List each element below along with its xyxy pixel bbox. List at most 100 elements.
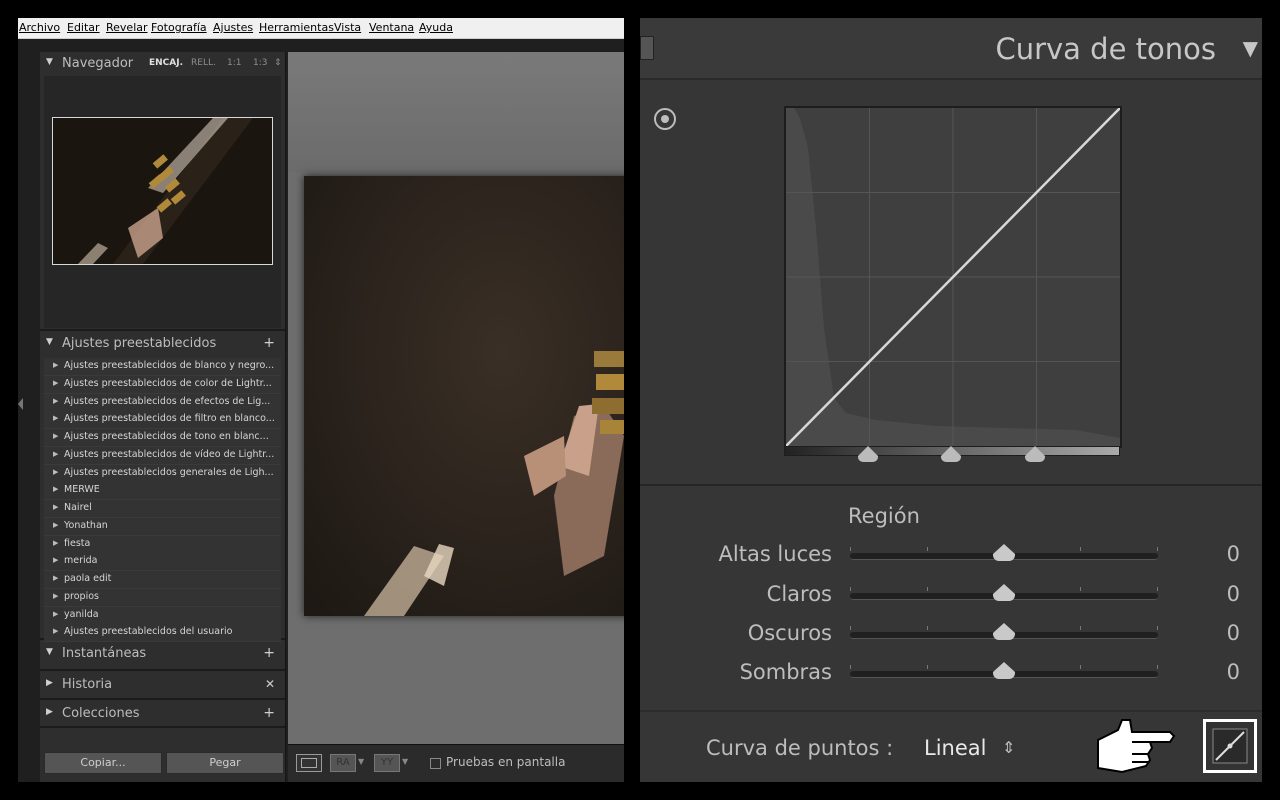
bottom-toolbar: RA ▼ YY ▼ Pruebas en pantalla (288, 744, 624, 782)
preset-item[interactable]: ▶ paola edit (44, 571, 281, 589)
dropdown-arrow-icon[interactable]: ▼ (358, 757, 364, 766)
main-photo[interactable] (304, 176, 624, 616)
history-header[interactable]: ▶ Historia ✕ (40, 673, 285, 697)
region-title: Región (848, 504, 920, 528)
photo-canvas[interactable] (288, 52, 624, 744)
preset-item[interactable]: ▶ Yonathan (44, 517, 281, 536)
preset-item-label: MERWE (64, 484, 100, 496)
preset-item[interactable]: ▶ Ajustes preestablecidos de filtro en bl… (44, 411, 281, 430)
nav-option-1-1[interactable]: 1:1 (227, 58, 241, 68)
preset-item-label: Ajustes preestablecidos de tono en blanc… (64, 431, 269, 442)
preset-item[interactable]: ▶ propios (44, 588, 281, 607)
preset-item[interactable]: ▶ Ajustes preestablecidos generales de Li… (44, 464, 281, 483)
slider-value[interactable]: 0 (1227, 621, 1240, 645)
preset-item[interactable]: ▶ yanilda (44, 606, 281, 625)
preset-item[interactable]: ▶ fiesta (44, 535, 281, 554)
navigator-title: Navegador (62, 56, 134, 71)
menu-ajustes[interactable]: Ajustes (213, 21, 253, 34)
panel-switch-icon[interactable] (640, 36, 654, 60)
lightroom-develop-screenshot: Archivo Editar Revelar Fotografía Ajuste… (18, 18, 624, 782)
paste-button[interactable]: Pegar (166, 752, 284, 774)
presets-title: Ajustes preestablecidos (62, 336, 217, 351)
nav-option-arrows-icon[interactable]: ⇕ (274, 58, 282, 68)
slider-thumb-base[interactable] (993, 594, 1015, 601)
menu-archivo[interactable]: Archivo (19, 21, 60, 34)
preset-item[interactable]: ▶ Ajustes preestablecidos de vídeo de Lig… (44, 446, 281, 465)
compare-before-after-button[interactable]: RA (330, 754, 356, 772)
slider-label: Sombras (739, 660, 832, 684)
point-curve-label: Curva de puntos : (706, 736, 894, 760)
softproof-checkbox[interactable] (430, 758, 441, 769)
slider-thumb[interactable] (993, 662, 1015, 672)
collapse-left-arrow-icon[interactable] (18, 398, 23, 410)
loupe-view-button[interactable] (296, 754, 322, 772)
clear-history-icon[interactable]: ✕ (265, 677, 275, 691)
dropdown-arrow-icon[interactable]: ▼ (402, 757, 408, 766)
nav-option-encaj[interactable]: ENCAJ. (149, 58, 183, 68)
preset-item[interactable]: ▶ Ajustes preestablecidos de blanco y neg… (44, 358, 281, 376)
preset-item[interactable]: ▶ Ajustes preestablecidos del usuario (44, 624, 281, 643)
canvas-background (288, 52, 624, 172)
preset-item-label: Ajustes preestablecidos del usuario (64, 626, 233, 638)
menu-vista[interactable]: Vista (334, 21, 361, 34)
split-point-handle[interactable] (857, 446, 878, 456)
compare-yy-button[interactable]: YY (374, 754, 400, 772)
nav-option-1-3[interactable]: 1:3 (253, 58, 267, 68)
triangle-right-icon: ▶ (53, 361, 59, 369)
split-point-handle-base[interactable] (1024, 456, 1045, 462)
copy-button[interactable]: Copiar... (44, 752, 162, 774)
navigator-header[interactable]: ▼ Navegador ENCAJ. RELL. 1:1 1:3 ⇕ (40, 52, 285, 76)
preset-item[interactable]: ▶ Nairel (44, 500, 281, 518)
slider-thumb-base[interactable] (993, 554, 1015, 561)
slider-value[interactable]: 0 (1227, 582, 1240, 606)
left-panel: ▼ Navegador ENCAJ. RELL. 1:1 1:3 ⇕ ▼ Aju… (40, 52, 286, 782)
add-preset-icon[interactable]: + (263, 335, 275, 351)
snapshots-title: Instantáneas (62, 646, 147, 661)
slider-thumb-base[interactable] (993, 633, 1015, 640)
collections-header[interactable]: ▶ Colecciones + (40, 702, 285, 726)
preset-item-label: Ajustes preestablecidos de efectos de Li… (64, 395, 271, 407)
menu-ventana[interactable]: Ventana (369, 21, 414, 34)
slider-tick (926, 665, 928, 669)
preset-item[interactable]: ▶ Ajustes preestablecidos de color de Lig… (44, 375, 281, 394)
triangle-right-icon: ▶ (53, 609, 59, 618)
menu-editar[interactable]: Editar (67, 21, 100, 34)
slider-thumb[interactable] (993, 584, 1015, 594)
slider-thumb-base[interactable] (993, 672, 1015, 679)
add-collection-icon[interactable]: + (263, 705, 275, 721)
preset-item[interactable]: ▶ Ajustes preestablecidos de tono en blan… (44, 429, 281, 447)
triangle-right-icon: ▶ (53, 503, 59, 511)
tone-curve-graph[interactable] (784, 106, 1122, 448)
split-point-handle[interactable] (941, 446, 961, 456)
presets-header[interactable]: ▼ Ajustes preestablecidos + (40, 332, 285, 356)
triangle-down-icon[interactable]: ▼ (1243, 36, 1258, 60)
split-point-handle-base[interactable] (941, 456, 961, 462)
point-curve-select[interactable]: Lineal (924, 736, 986, 760)
menu-ayuda[interactable]: Ayuda (419, 21, 453, 34)
menu-revelar[interactable]: Revelar (106, 21, 148, 34)
slider-value[interactable]: 0 (1227, 542, 1240, 566)
triangle-right-icon: ▶ (53, 627, 59, 636)
triangle-right-icon: ▶ (53, 538, 59, 547)
split-point-handle-base[interactable] (857, 456, 878, 462)
navigator-thumbnail[interactable] (52, 117, 273, 265)
add-snapshot-icon[interactable]: + (263, 645, 275, 661)
slider-thumb[interactable] (993, 623, 1015, 633)
menu-fotografia[interactable]: Fotografía (151, 21, 207, 34)
nav-option-rell[interactable]: RELL. (191, 58, 216, 68)
select-arrows-icon[interactable]: ⇕ (1002, 738, 1015, 757)
slider-thumb[interactable] (993, 544, 1015, 554)
tone-curve-header[interactable]: Curva de tonos ▼ (640, 18, 1262, 80)
split-point-handle[interactable] (1024, 446, 1045, 456)
snapshots-header[interactable]: ▼ Instantáneas + (40, 642, 285, 666)
edit-point-curve-button[interactable] (1203, 719, 1257, 773)
slider-value[interactable]: 0 (1227, 660, 1240, 684)
preset-item-label: paola edit (64, 573, 112, 584)
preset-item[interactable]: ▶ merida (44, 553, 281, 572)
slider-tick (926, 626, 928, 630)
menu-herramientas[interactable]: Herramientas (259, 21, 334, 34)
preset-item[interactable]: ▶ MERWE (44, 482, 281, 501)
slider-tick (1157, 547, 1158, 551)
target-adjust-icon[interactable] (654, 108, 676, 130)
preset-item[interactable]: ▶ Ajustes preestablecidos de efectos de L… (44, 393, 281, 412)
